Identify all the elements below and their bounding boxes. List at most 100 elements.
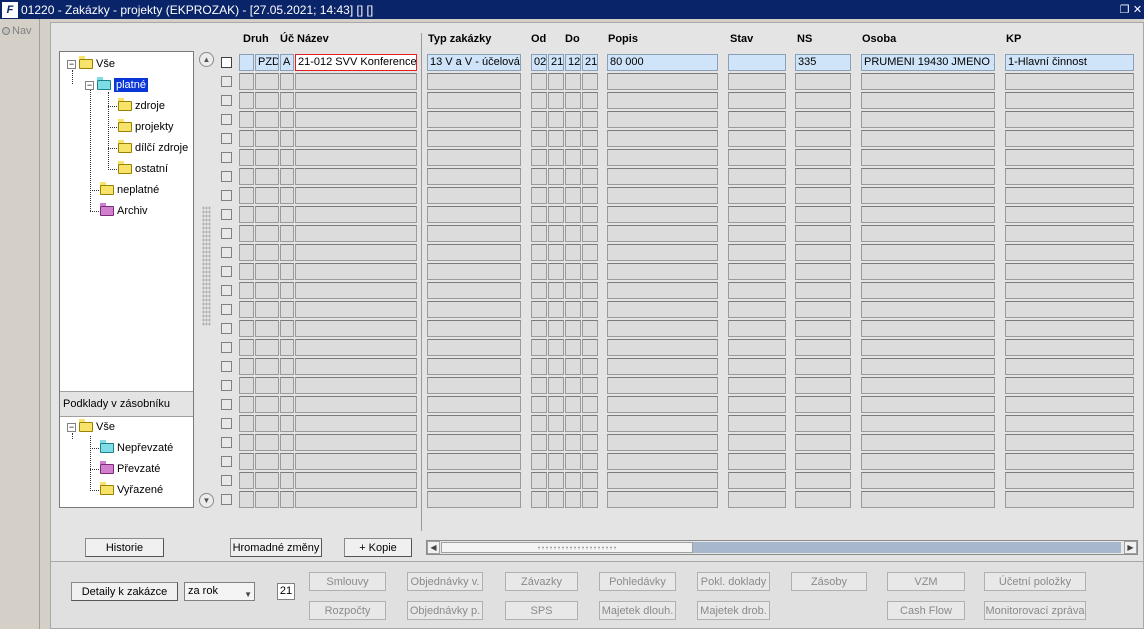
grid-cell-ns[interactable] [795, 453, 851, 470]
grid-cell-osoba[interactable] [861, 244, 995, 261]
row-indicator[interactable] [239, 282, 254, 299]
row-checkbox[interactable] [221, 418, 232, 429]
grid-cell-od-1[interactable] [531, 130, 547, 147]
grid-cell-od-2[interactable]: 21 [548, 54, 564, 71]
period-select[interactable]: za rok ▼ [184, 582, 255, 601]
grid-cell-od-2[interactable] [548, 92, 564, 109]
grid-cell-do-2[interactable] [582, 263, 598, 280]
grid-cell-stav[interactable] [728, 54, 786, 71]
grid-cell-do-1[interactable] [565, 225, 581, 242]
grid-cell-do-2[interactable] [582, 168, 598, 185]
grid-cell-do-2[interactable] [582, 339, 598, 356]
row-indicator[interactable] [239, 472, 254, 489]
grid-cell-od-1[interactable] [531, 415, 547, 432]
grid-cell-stav[interactable] [728, 73, 786, 90]
grid-cell-od-1[interactable] [531, 301, 547, 318]
grid-cell-do-1[interactable] [565, 282, 581, 299]
row-indicator[interactable] [239, 263, 254, 280]
row-checkbox[interactable] [221, 494, 232, 505]
grid-cell-osoba[interactable] [861, 92, 995, 109]
grid-cell-od-2[interactable] [548, 320, 564, 337]
grid-cell-typ[interactable] [427, 111, 521, 128]
row-indicator[interactable] [239, 168, 254, 185]
grid-cell-popis[interactable] [607, 168, 718, 185]
grid-cell-uc[interactable] [280, 263, 294, 280]
grid-cell-nazev[interactable] [295, 358, 417, 375]
stack-item-vse[interactable]: − Vše [67, 419, 115, 433]
stack-item-neprevzate[interactable]: Nepřevzaté [100, 440, 173, 454]
grid-cell-do-1[interactable] [565, 472, 581, 489]
grid-cell-do-1[interactable] [565, 92, 581, 109]
grid-cell-kp[interactable] [1005, 92, 1134, 109]
grid-cell-druh[interactable] [255, 149, 279, 166]
majetek-dlouh-button[interactable]: Majetek dlouh. [599, 601, 676, 620]
grid-cell-druh[interactable] [255, 187, 279, 204]
grid-cell-nazev[interactable] [295, 396, 417, 413]
grid-cell-popis[interactable] [607, 73, 718, 90]
grid-cell-stav[interactable] [728, 472, 786, 489]
grid-cell-od-1[interactable] [531, 73, 547, 90]
tree-item-neplatne[interactable]: neplatné [100, 182, 159, 196]
grid-cell-druh[interactable] [255, 263, 279, 280]
grid-cell-do-2[interactable] [582, 415, 598, 432]
row-checkbox[interactable] [221, 323, 232, 334]
sps-button[interactable]: SPS [505, 601, 578, 620]
grid-cell-uc[interactable] [280, 434, 294, 451]
grid-cell-do-1[interactable] [565, 187, 581, 204]
grid-cell-uc[interactable] [280, 301, 294, 318]
grid-cell-osoba[interactable] [861, 358, 995, 375]
scroll-up-icon[interactable]: ▲ [199, 52, 214, 67]
grid-cell-od-1[interactable] [531, 111, 547, 128]
row-checkbox[interactable] [221, 209, 232, 220]
grid-cell-ns[interactable]: 335 [795, 54, 851, 71]
row-indicator[interactable] [239, 491, 254, 508]
grid-cell-stav[interactable] [728, 168, 786, 185]
grid-cell-od-2[interactable] [548, 244, 564, 261]
grid-cell-nazev[interactable] [295, 73, 417, 90]
row-checkbox[interactable] [221, 247, 232, 258]
scrollbar-grip[interactable] [202, 206, 211, 326]
grid-cell-typ[interactable] [427, 73, 521, 90]
grid-cell-stav[interactable] [728, 187, 786, 204]
grid-cell-druh[interactable] [255, 453, 279, 470]
grid-cell-nazev[interactable] [295, 320, 417, 337]
grid-cell-nazev[interactable] [295, 244, 417, 261]
grid-cell-do-1[interactable] [565, 130, 581, 147]
row-checkbox[interactable] [221, 114, 232, 125]
tree-item-zdroje[interactable]: zdroje [118, 98, 165, 112]
grid-cell-uc[interactable]: A [280, 54, 294, 71]
grid-cell-druh[interactable]: PZD [255, 54, 279, 71]
grid-cell-kp[interactable] [1005, 73, 1134, 90]
scrollbar-thumb[interactable] [441, 542, 693, 553]
grid-cell-od-2[interactable] [548, 491, 564, 508]
grid-cell-od-1[interactable] [531, 472, 547, 489]
grid-cell-od-1[interactable] [531, 358, 547, 375]
grid-cell-ns[interactable] [795, 149, 851, 166]
grid-cell-kp[interactable] [1005, 168, 1134, 185]
grid-cell-osoba[interactable] [861, 301, 995, 318]
row-checkbox[interactable] [221, 380, 232, 391]
grid-cell-druh[interactable] [255, 396, 279, 413]
grid-cell-nazev[interactable] [295, 301, 417, 318]
grid-cell-typ[interactable] [427, 263, 521, 280]
grid-cell-do-1[interactable] [565, 491, 581, 508]
grid-cell-stav[interactable] [728, 320, 786, 337]
row-indicator[interactable] [239, 377, 254, 394]
row-indicator[interactable] [239, 111, 254, 128]
grid-cell-do-2[interactable] [582, 377, 598, 394]
pokl-doklady-button[interactable]: Pokl. doklady [697, 572, 770, 591]
kopie-button[interactable]: + Kopie [344, 538, 412, 557]
tree-item-ostatni[interactable]: ostatní [118, 161, 168, 175]
grid-cell-od-2[interactable] [548, 301, 564, 318]
row-checkbox[interactable] [221, 57, 232, 68]
row-checkbox[interactable] [221, 399, 232, 410]
grid-cell-od-2[interactable] [548, 130, 564, 147]
grid-cell-nazev[interactable] [295, 282, 417, 299]
grid-cell-popis[interactable] [607, 111, 718, 128]
grid-cell-kp[interactable] [1005, 453, 1134, 470]
grid-cell-nazev[interactable] [295, 206, 417, 223]
grid-cell-ns[interactable] [795, 225, 851, 242]
grid-cell-popis[interactable] [607, 301, 718, 318]
row-checkbox[interactable] [221, 437, 232, 448]
pohledavky-button[interactable]: Pohledávky [599, 572, 676, 591]
